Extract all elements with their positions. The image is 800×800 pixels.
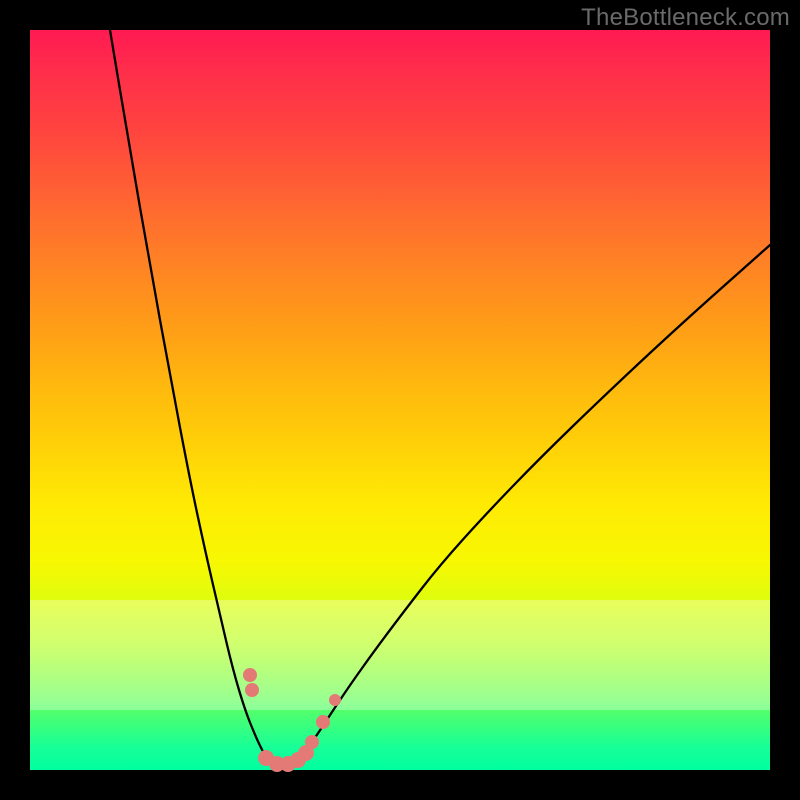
data-dots xyxy=(243,668,341,772)
curve-layer xyxy=(30,30,770,770)
data-dot xyxy=(243,668,257,682)
data-dot xyxy=(245,683,259,697)
curve-left xyxy=(110,30,278,770)
plot-area xyxy=(30,30,770,770)
chart-frame: TheBottleneck.com xyxy=(0,0,800,800)
watermark-label: TheBottleneck.com xyxy=(581,4,790,32)
data-dot xyxy=(316,715,330,729)
data-dot xyxy=(329,694,341,706)
curve-right xyxy=(285,245,770,770)
data-dot xyxy=(305,735,319,749)
